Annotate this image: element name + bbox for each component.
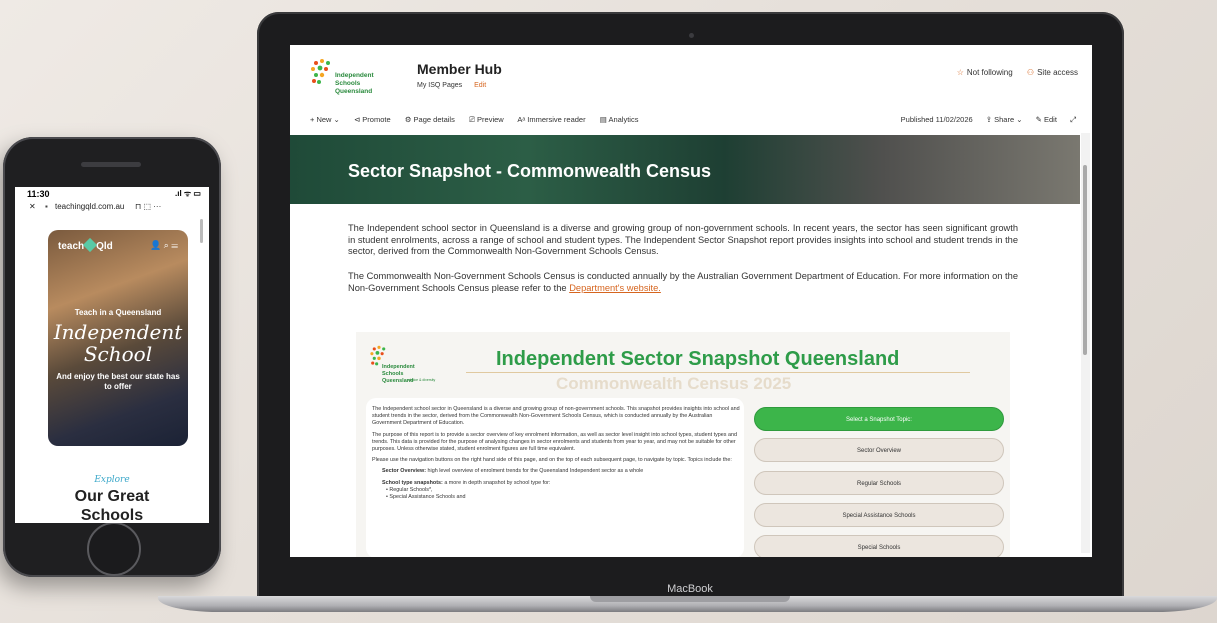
explore-label: Explore [94, 475, 130, 485]
phone-speaker [81, 162, 141, 167]
my-isq-pages-link[interactable]: My ISQ Pages [417, 82, 462, 89]
phone-device: 11:30 .ıl ᯤ ▭ ✕ ▪ teachingqld.com.au ⊓ ⬚… [3, 137, 221, 577]
great-text: Our Great Schools [74, 488, 150, 523]
phone-home-button[interactable] [87, 522, 141, 576]
expand-icon[interactable]: ⤢ [1070, 115, 1076, 124]
site-title[interactable]: Member Hub [417, 61, 502, 77]
department-website-link[interactable]: Department's website. [569, 283, 661, 293]
sector-overview-button[interactable]: Sector Overview [754, 438, 1004, 462]
hero-line-4: And enjoy the best our state has to offe… [56, 372, 180, 391]
report-bullet-2: • Special Assistance Schools and [386, 494, 466, 501]
edit-button[interactable]: ✎ Edit [1036, 115, 1057, 124]
site-actions: ☆ Not following ⚇ Site access [945, 68, 1078, 77]
intro-paragraph: The Independent school sector in Queensl… [348, 223, 1018, 257]
logo-text-right: Qld [96, 241, 113, 252]
promote-button[interactable]: ⊲ Promote [354, 115, 391, 124]
people-icon[interactable]: ⚇ [1027, 68, 1034, 77]
report-p5: School type snapshots: a more in depth s… [372, 480, 740, 487]
phone-clock: 11:30 [27, 189, 50, 199]
phone-hero-image: teach Qld 👤 ⌕ ☰ Teach in a Queensland Ind… [48, 230, 188, 446]
phone-nav-icons[interactable]: 👤 ⌕ ☰ [150, 240, 178, 251]
report-logo: Independent Schools Queensland choice & … [368, 344, 448, 384]
published-status: Published 11/02/2026 [900, 115, 973, 124]
hero-line-2: Independent [53, 320, 183, 344]
page-title: Sector Snapshot - Commonwealth Census [348, 161, 712, 181]
phone-screen: 11:30 .ıl ᯤ ▭ ✕ ▪ teachingqld.com.au ⊓ ⬚… [15, 187, 209, 523]
report-title: Independent Sector Snapshot Queensland [496, 348, 900, 370]
special-schools-button[interactable]: Special Schools [754, 535, 1004, 557]
lock-icon: ▪ [45, 202, 48, 211]
preview-button[interactable]: ⎚ Preview [469, 115, 504, 124]
report-p3: Please use the navigation buttons on the… [372, 457, 732, 464]
star-icon[interactable]: ☆ [957, 68, 964, 77]
analytics-button[interactable]: ▤ Analytics [600, 115, 639, 124]
share-button[interactable]: ⇪ Share ⌄ [986, 115, 1023, 124]
phone-scrollbar[interactable] [200, 219, 203, 243]
site-subnav: My ISQ Pages Edit [417, 82, 486, 89]
phone-signal-icon: .ıl ᯤ ▭ [175, 189, 201, 198]
phone-status-bar: 11:30 .ıl ᯤ ▭ [15, 187, 209, 201]
page-banner: Sector Snapshot - Commonwealth Census [290, 135, 1080, 204]
not-following-button[interactable]: Not following [967, 68, 1013, 77]
edit-nav-link[interactable]: Edit [474, 82, 486, 89]
school-type-label: School type snapshots: [382, 479, 443, 486]
isq-logo-text: Independent Schools Queensland [335, 72, 374, 95]
phone-url-text[interactable]: teachingqld.com.au [55, 202, 124, 211]
census-text: The Commonwealth Non-Government Schools … [348, 271, 1018, 293]
bookmark-icon[interactable]: ⊓ ⬚ ··· [135, 202, 161, 211]
report-subtitle: Commonwealth Census 2025 [556, 374, 792, 393]
select-topic-button[interactable]: Select a Snapshot Topic: [754, 407, 1004, 431]
close-icon[interactable]: ✕ [29, 202, 36, 211]
laptop-screen: Independent Schools Queensland Member Hu… [290, 45, 1092, 557]
page-details-button[interactable]: ⚙ Page details [405, 115, 455, 124]
new-button[interactable]: + New ⌄ [310, 115, 340, 124]
isq-logo[interactable]: Independent Schools Queensland [308, 57, 398, 95]
isq-logo-icon [311, 59, 330, 84]
our-great-schools-heading: Our Great Schools [15, 487, 209, 523]
logo-text-left: teach [58, 241, 85, 252]
site-access-button[interactable]: Site access [1037, 68, 1078, 77]
phone-url-bar[interactable]: ✕ ▪ teachingqld.com.au ⊓ ⬚ ··· [15, 201, 209, 215]
hero-line-3: School [83, 342, 153, 366]
school-type-desc: a more in depth snapshot by school type … [444, 479, 551, 486]
teachqld-logo[interactable]: teach Qld [58, 237, 113, 253]
command-bar: + New ⌄ ⊲ Promote ⚙ Page details ⎚ Previ… [290, 111, 1092, 129]
report-p2: The purpose of this report is to provide… [372, 431, 737, 453]
macbook-label: MacBook [667, 583, 713, 595]
scrollbar-thumb[interactable] [1083, 165, 1087, 355]
report-logo-tagline: choice & diversity [408, 378, 436, 382]
laptop-camera [689, 33, 694, 38]
report-divider [466, 372, 970, 373]
regular-schools-button[interactable]: Regular Schools [754, 471, 1004, 495]
report-p1: The Independent school sector in Queensl… [372, 406, 740, 427]
census-paragraph: The Commonwealth Non-Government Schools … [348, 271, 1018, 294]
special-assistance-schools-button[interactable]: Special Assistance Schools [754, 503, 1004, 527]
immersive-reader-button[interactable]: Aᵃ Immersive reader [517, 115, 585, 124]
embedded-report: Independent Schools Queensland choice & … [356, 332, 1010, 557]
sector-overview-desc: high level overview of enrolment trends … [427, 468, 644, 475]
report-p4: Sector Overview: high level overview of … [372, 468, 740, 475]
report-text: The Independent school sector in Queensl… [372, 406, 740, 501]
laptop-notch [590, 596, 790, 602]
hero-line-1: Teach in a Queensland [74, 308, 162, 317]
report-bullet-1: • Regular Schools*, [386, 486, 433, 493]
sector-overview-label: Sector Overview: [382, 468, 427, 475]
